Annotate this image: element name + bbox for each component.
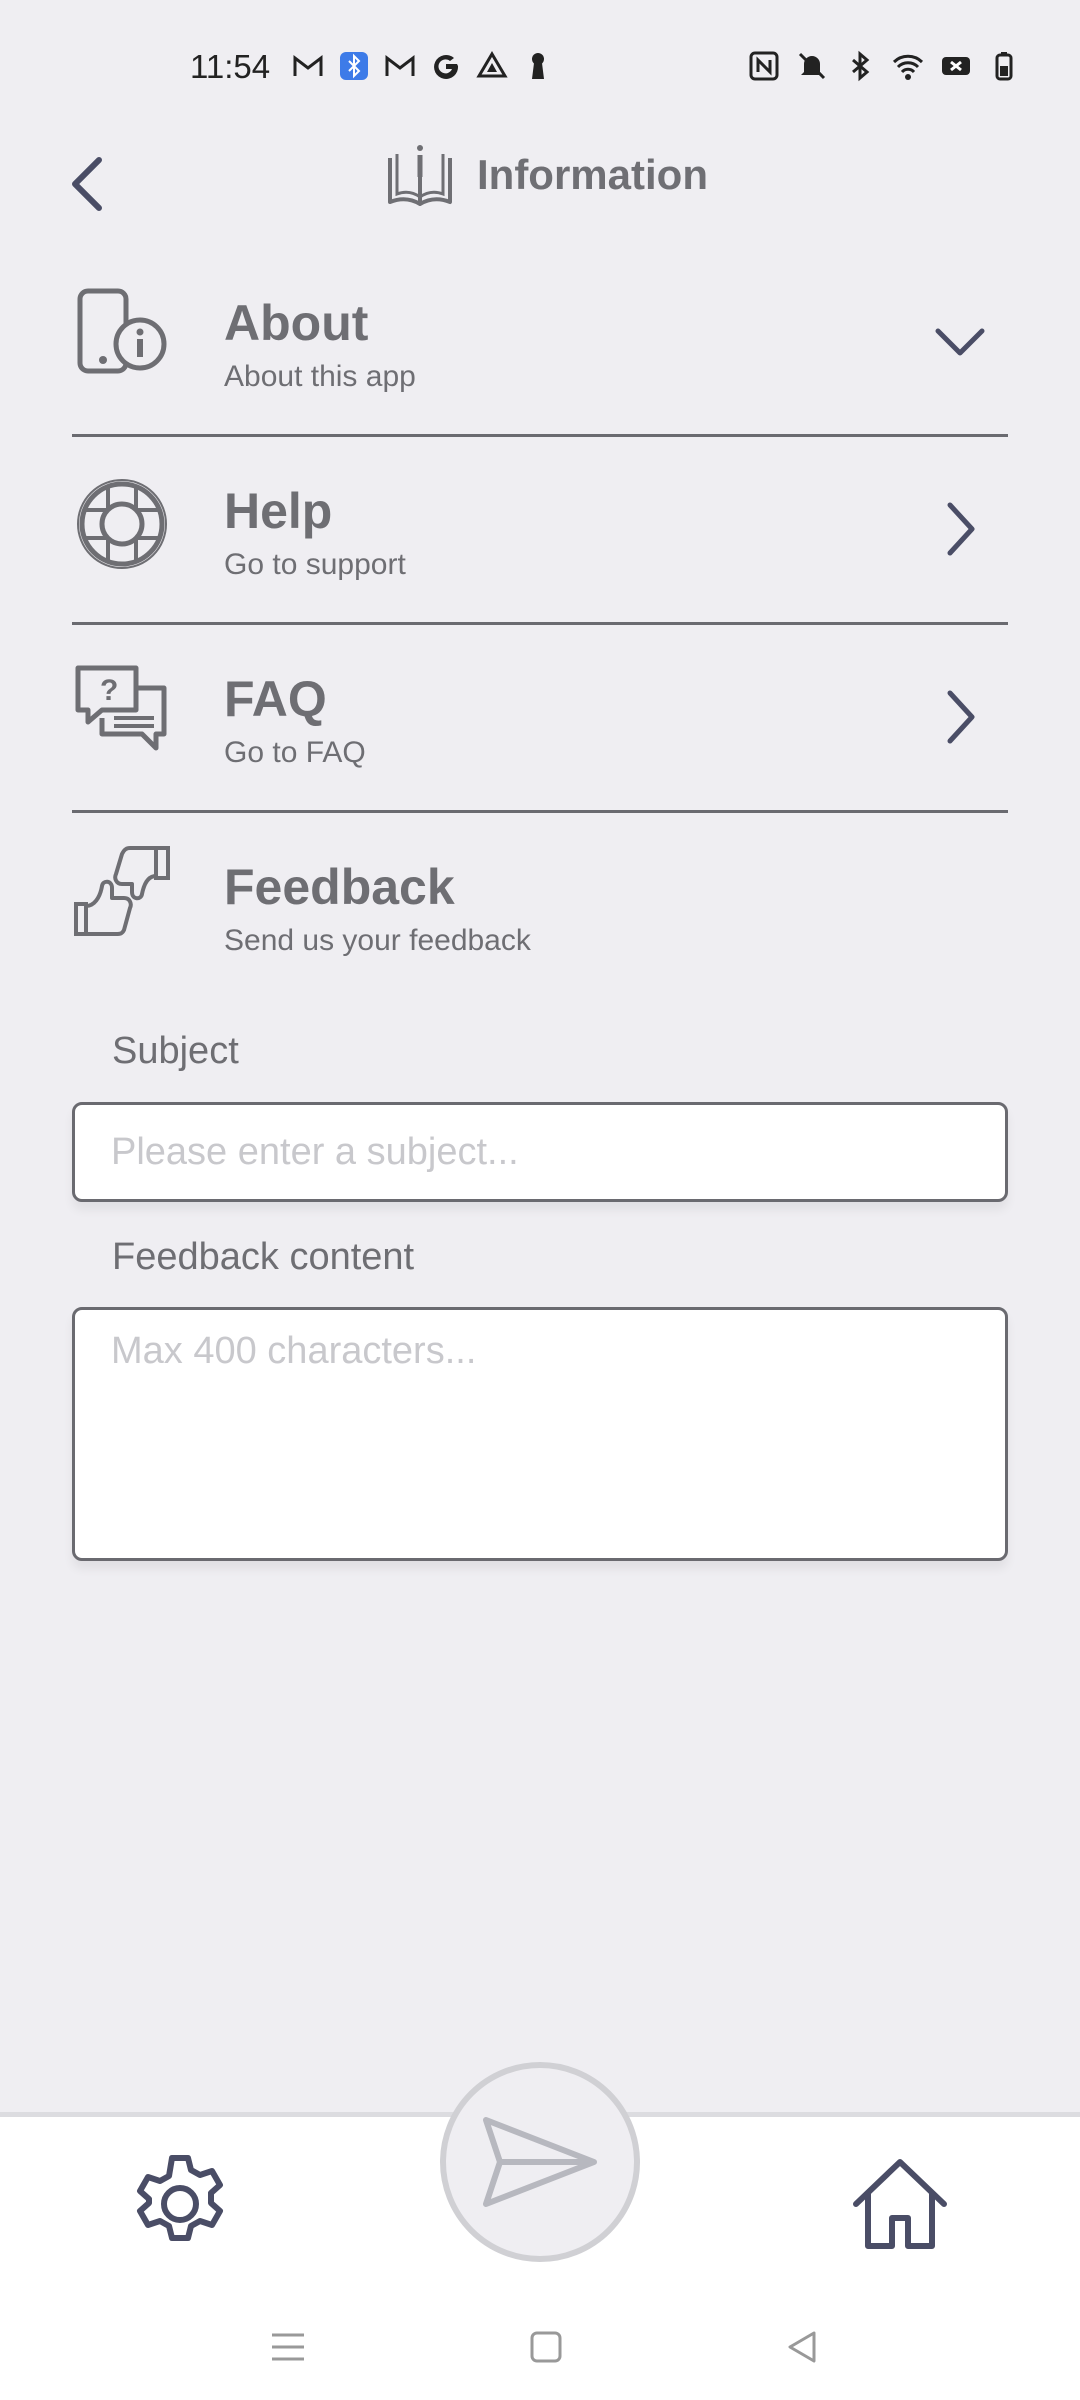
home-icon [853,2159,947,2249]
home-button[interactable] [848,2152,952,2256]
back-triangle-icon[interactable] [772,2322,832,2372]
drive-icon [476,50,508,82]
subject-label: Subject [112,1030,239,1072]
notification-icons [292,50,554,82]
app-header: Information [0,130,1080,240]
svg-text:?: ? [100,674,118,707]
menu-item-about[interactable]: About About this app [72,248,1008,437]
home-square-icon[interactable] [516,2322,576,2372]
feedback-content-input[interactable] [75,1310,1005,1558]
settings-button[interactable] [128,2152,232,2256]
gmail-icon [384,50,416,82]
chevron-left-icon [72,157,102,211]
gmail-icon [292,50,324,82]
phone-info-icon [77,288,167,374]
feedback-content-container [72,1307,1008,1561]
menu-item-title: About [224,295,369,351]
menu-item-title: FAQ [224,671,327,727]
wifi-icon [892,50,924,82]
feedback-content-label: Feedback content [112,1236,415,1278]
battery-icon [988,50,1020,82]
menu-item-title: Help [224,483,333,539]
menu-nav-icon[interactable] [258,2322,318,2372]
feedback-subtitle: Send us your feedback [224,924,531,957]
send-button[interactable] [440,2062,640,2262]
battery-saver-icon [940,50,972,82]
menu-item-subtitle: About this app [224,360,416,393]
status-bar: 11:54 [0,0,1080,130]
menu-item-help[interactable]: Help Go to support [72,436,1008,625]
menu-item-faq[interactable]: ? FAQ Go to FAQ [72,624,1008,813]
feedback-section: Feedback Send us your feedback [72,812,1008,982]
status-time: 11:54 [190,48,271,85]
menu-item-subtitle: Go to support [224,548,406,581]
subject-input[interactable] [75,1105,1005,1199]
faq-chat-icon: ? [75,665,167,751]
back-button[interactable] [60,144,114,224]
send-icon [483,2117,597,2207]
subject-field-container [72,1102,1008,1202]
system-icons [748,50,1020,82]
keyhole-icon [522,50,554,82]
lifebuoy-icon [77,479,167,569]
bluetooth-icon [844,50,876,82]
feedback-title: Feedback [224,859,455,915]
nfc-icon [748,50,780,82]
bluetooth-icon [338,50,370,82]
chevron-down-icon [930,306,990,376]
thumbs-feedback-icon [74,846,170,936]
google-icon [430,50,462,82]
menu-item-subtitle: Go to FAQ [224,736,366,769]
chevron-right-icon [930,682,990,752]
page-title: Information [477,151,708,198]
settings-gear-icon [137,2155,223,2241]
system-nav-bar [0,2300,1080,2400]
chevron-right-icon [930,494,990,564]
header-title-group: Information [385,140,708,210]
info-book-icon [388,145,452,206]
mute-icon [796,50,828,82]
